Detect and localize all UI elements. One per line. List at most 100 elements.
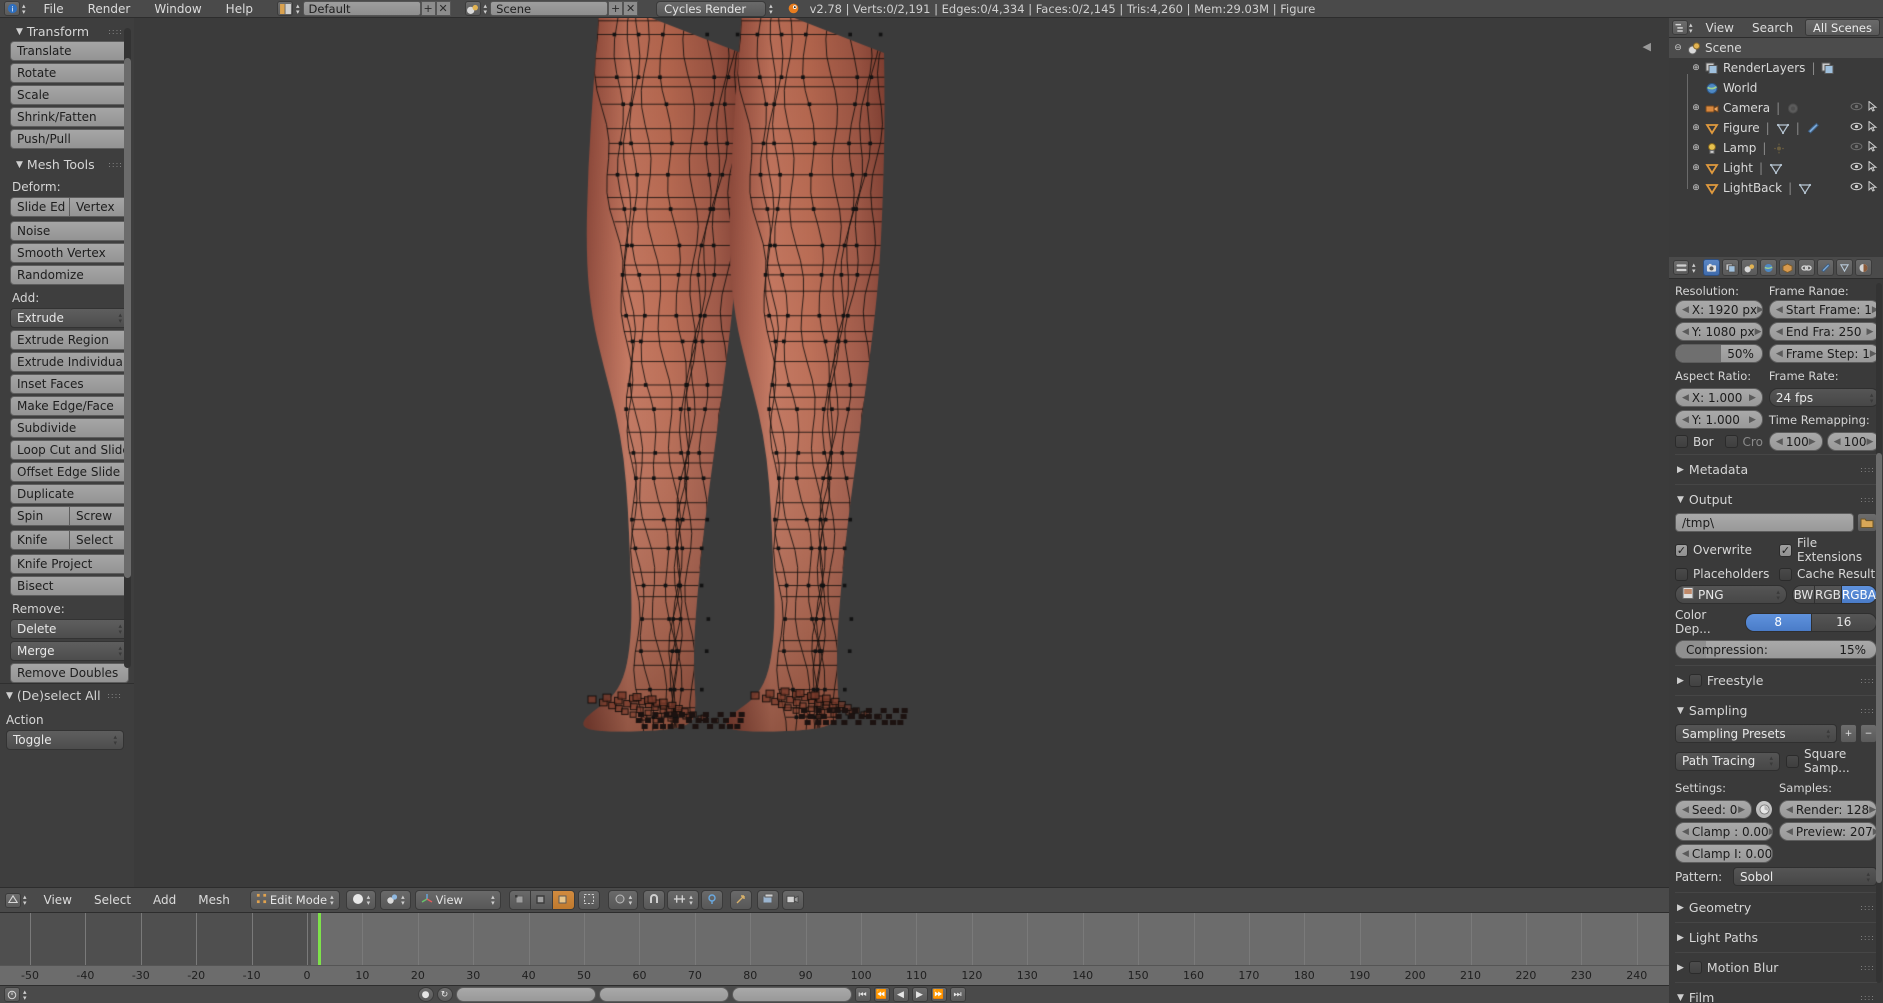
mode-selector[interactable]: Edit Mode ▴ ▾	[250, 890, 340, 910]
frame-step-field[interactable]: ◀ Frame Step: 1 ▶	[1769, 344, 1881, 363]
modifier-wrench-icon[interactable]	[1806, 121, 1820, 135]
outliner-row-camera[interactable]: ⊕Camera|	[1669, 98, 1883, 118]
outliner-row-lamp[interactable]: ⊕Lamp|	[1669, 138, 1883, 158]
current-frame-field[interactable]	[732, 987, 852, 1002]
decrement-arrow-icon[interactable]: ◀	[1682, 849, 1689, 859]
sampling-presets-selector[interactable]: Sampling Presets	[1675, 724, 1837, 743]
increment-arrow-icon[interactable]: ▶	[1757, 305, 1763, 315]
file-extensions-checkbox[interactable]: ✓	[1779, 544, 1792, 557]
expand-toggle-icon[interactable]: ⊕	[1691, 123, 1701, 133]
properties-tab-modifiers[interactable]	[1817, 259, 1834, 276]
timeline-editor-icon[interactable]	[4, 987, 20, 1002]
selectable-cursor-icon[interactable]	[1867, 161, 1879, 175]
tool-scale[interactable]: Scale	[10, 85, 129, 105]
increment-arrow-icon[interactable]: ▶	[1755, 327, 1762, 337]
animate-seed-icon[interactable]	[1755, 800, 1773, 819]
timeline-ruler[interactable]: -50-40-30-20-100102030405060708090100110…	[0, 965, 1883, 985]
snap-magnet-button[interactable]	[643, 890, 665, 910]
render-engine-spinner-icon[interactable]: ▴ ▾	[769, 3, 773, 15]
aspect-y-field[interactable]: ◀ Y: 1.000 ▶	[1675, 410, 1763, 429]
tool-delete-dropdown[interactable]: Delete	[10, 619, 129, 639]
panel-freestyle-header[interactable]: ▶ Freestyle ::::	[1675, 669, 1877, 692]
transform-orientation-selector[interactable]: View ▴ ▾	[415, 890, 501, 910]
panel-metadata-header[interactable]: ▶ Metadata ::::	[1675, 458, 1877, 481]
selectable-cursor-icon[interactable]	[1867, 101, 1879, 115]
start-frame-field[interactable]: ◀ Start Frame: 1 ▶	[1769, 300, 1881, 319]
tool-extrude-individual[interactable]: Extrude Individual	[10, 352, 129, 372]
decrement-arrow-icon[interactable]: ◀	[1786, 805, 1793, 815]
remap-old-field[interactable]: ◀ 100 ▶	[1769, 432, 1823, 451]
tool-loop-cut-and-slide[interactable]: Loop Cut and Slide	[10, 440, 129, 460]
record-icon[interactable]: ●	[418, 987, 434, 1002]
tool-shrink-fatten[interactable]: Shrink/Fatten	[10, 107, 129, 127]
selectable-cursor-icon[interactable]	[1867, 141, 1879, 155]
decrement-arrow-icon[interactable]: ◀	[1682, 393, 1689, 403]
increment-arrow-icon[interactable]: ▶	[1866, 437, 1873, 447]
pattern-selector[interactable]: Sobol	[1733, 867, 1877, 886]
panel-geometry-header[interactable]: ▶ Geometry ::::	[1675, 896, 1877, 919]
outliner-display-spinner-icon[interactable]: ▴ ▾	[1689, 22, 1693, 34]
frame-start-field[interactable]	[456, 987, 596, 1002]
render-button[interactable]	[782, 890, 804, 910]
properties-type-spinner-icon[interactable]: ▴ ▾	[1692, 262, 1696, 274]
panel-output-header[interactable]: ▼ Output ::::	[1675, 488, 1877, 511]
crop-checkbox[interactable]	[1725, 435, 1738, 448]
square-samples-checkbox[interactable]	[1786, 755, 1799, 768]
proportional-edit-selector[interactable]: ▴ ▾	[608, 890, 639, 910]
channels-bw-button[interactable]: BW	[1792, 585, 1815, 604]
clamp-direct-field[interactable]: ◀ Clamp : 0.00 ▶	[1675, 822, 1773, 841]
outliner-row-scene[interactable]: ⊖Scene	[1669, 38, 1883, 58]
tool-extrude-region[interactable]: Extrude Region	[10, 330, 129, 350]
properties-scrollbar[interactable]	[1876, 283, 1882, 983]
border-checkbox[interactable]	[1675, 435, 1688, 448]
tool-knife[interactable]: Knife	[10, 530, 70, 550]
viewport-menu-mesh[interactable]: Mesh	[187, 893, 241, 907]
screen-layout-field[interactable]: Default	[303, 1, 421, 16]
tool-screw[interactable]: Screw	[70, 506, 129, 526]
properties-tab-material[interactable]	[1855, 259, 1872, 276]
jump-start-icon[interactable]: ⏮	[855, 987, 871, 1002]
snap-element-selector[interactable]: ▴ ▾	[667, 890, 699, 910]
play-reverse-icon[interactable]: ◀	[893, 987, 909, 1002]
properties-tab-world[interactable]	[1760, 259, 1777, 276]
properties-tab-object[interactable]	[1779, 259, 1796, 276]
outliner-row-world[interactable]: World	[1669, 78, 1883, 98]
integrator-selector[interactable]: Path Tracing	[1675, 752, 1780, 771]
shading-mode-selector[interactable]: ▴ ▾	[346, 890, 377, 910]
visibility-eye-icon[interactable]	[1850, 102, 1863, 114]
next-keyframe-icon[interactable]: ⏩	[931, 987, 947, 1002]
resolution-percentage-slider[interactable]: 50%	[1675, 344, 1763, 363]
delete-scene-button[interactable]: ✕	[623, 1, 638, 16]
frame-end-field[interactable]	[599, 987, 729, 1002]
remap-new-field[interactable]: ◀ 100 ▶	[1827, 432, 1881, 451]
placeholders-checkbox[interactable]	[1675, 568, 1688, 581]
scroll-arrow-icon[interactable]: ◀	[1643, 40, 1651, 53]
menu-window[interactable]: Window	[142, 1, 213, 17]
folder-icon[interactable]	[1857, 513, 1877, 532]
file-format-selector[interactable]: PNG	[1675, 585, 1787, 604]
decrement-arrow-icon[interactable]: ◀	[1682, 827, 1689, 837]
delete-screen-button[interactable]: ✕	[436, 1, 451, 16]
editor-type-icon[interactable]	[5, 893, 21, 908]
tool-make-edge-face[interactable]: Make Edge/Face	[10, 396, 129, 416]
mesh-data-icon[interactable]	[1798, 181, 1812, 195]
render-samples-field[interactable]: ◀ Render: 128 ▶	[1779, 800, 1877, 819]
properties-editor-icon[interactable]	[1673, 260, 1689, 275]
seed-field[interactable]: ◀ Seed: 0 ▶	[1675, 800, 1752, 819]
tool-translate[interactable]: Translate	[10, 41, 129, 61]
viewport-menu-select[interactable]: Select	[83, 893, 142, 907]
menu-render[interactable]: Render	[76, 1, 143, 17]
operator-panel-header[interactable]: ▼ (De)select All ::::	[6, 686, 128, 705]
tool-noise[interactable]: Noise	[10, 221, 129, 241]
tool-rotate[interactable]: Rotate	[10, 63, 129, 83]
panel-sampling-header[interactable]: ▼ Sampling ::::	[1675, 699, 1877, 722]
decrement-arrow-icon[interactable]: ◀	[1776, 437, 1783, 447]
tool-knife-project[interactable]: Knife Project	[10, 554, 129, 574]
expand-toggle-icon[interactable]: ⊕	[1691, 163, 1701, 173]
tool-slide-vertex[interactable]: Vertex	[70, 197, 129, 217]
channels-rgba-button[interactable]: RGBA	[1842, 585, 1877, 604]
scene-selector[interactable]: ▴ ▾ Scene + ✕	[465, 1, 639, 16]
properties-tab-data[interactable]	[1836, 259, 1853, 276]
screen-layout-spinner-icon[interactable]: ▴ ▾	[296, 3, 300, 15]
outliner-display-icon[interactable]	[1672, 20, 1688, 35]
